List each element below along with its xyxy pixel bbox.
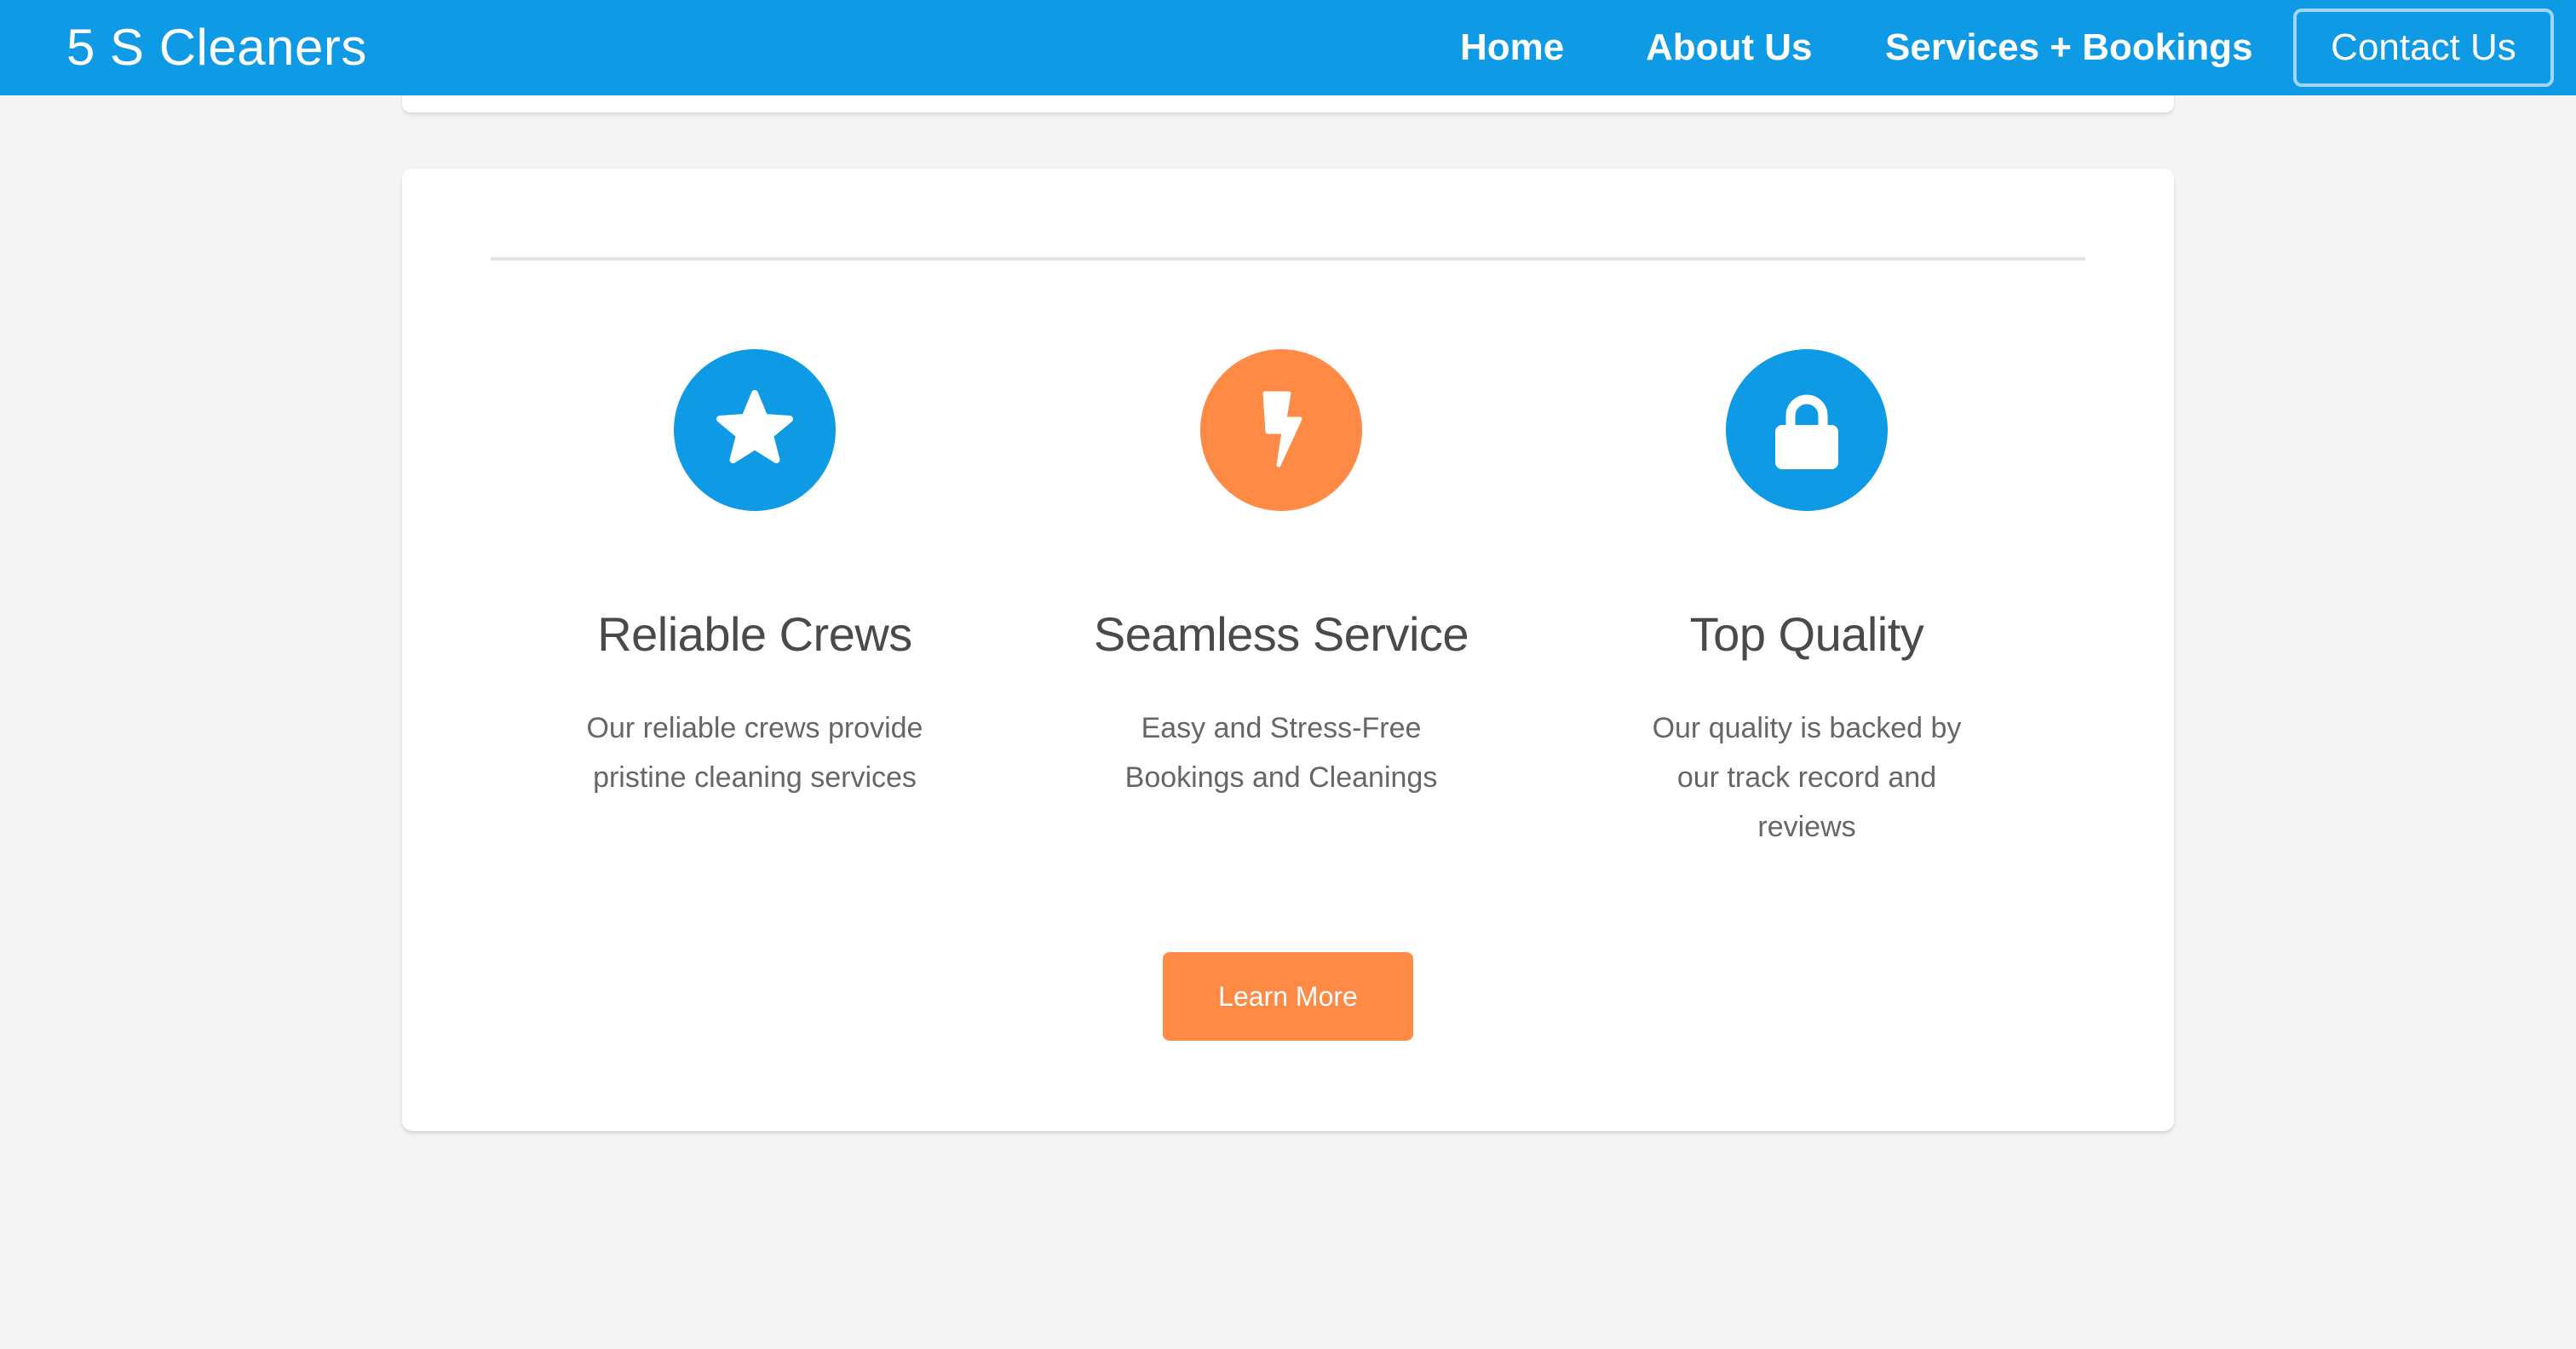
feature-title: Reliable Crews [597, 607, 912, 661]
nav-services-bookings-link[interactable]: Services + Bookings [1885, 0, 2253, 95]
lock-icon-circle [1726, 349, 1888, 511]
top-navbar: 5 S Cleaners Home About Us Services + Bo… [0, 0, 2576, 95]
learn-more-button[interactable]: Learn More [1163, 952, 1413, 1041]
feature-description: Our reliable crews provide pristine clea… [586, 712, 923, 794]
features-card: Reliable Crews Our reliable crews provid… [402, 169, 2174, 1131]
lock-icon [1775, 394, 1838, 469]
brand-logo-text[interactable]: 5 S Cleaners [66, 0, 367, 95]
lightning-bolt-icon-circle [1200, 349, 1362, 511]
nav-about-link[interactable]: About Us [1646, 0, 1813, 95]
feature-description: Our quality is backed by our track recor… [1652, 712, 1962, 843]
star-icon [716, 390, 793, 463]
feature-title: Top Quality [1689, 607, 1924, 661]
feature-description: Easy and Stress-Free Bookings and Cleani… [1124, 712, 1438, 794]
nav-contact-button[interactable]: Contact Us [2293, 9, 2554, 87]
star-icon-circle [674, 349, 836, 511]
nav-home-link[interactable]: Home [1460, 0, 1564, 95]
section-divider [491, 257, 2085, 261]
lightning-bolt-icon [1262, 391, 1302, 468]
feature-title: Seamless Service [1093, 607, 1469, 661]
